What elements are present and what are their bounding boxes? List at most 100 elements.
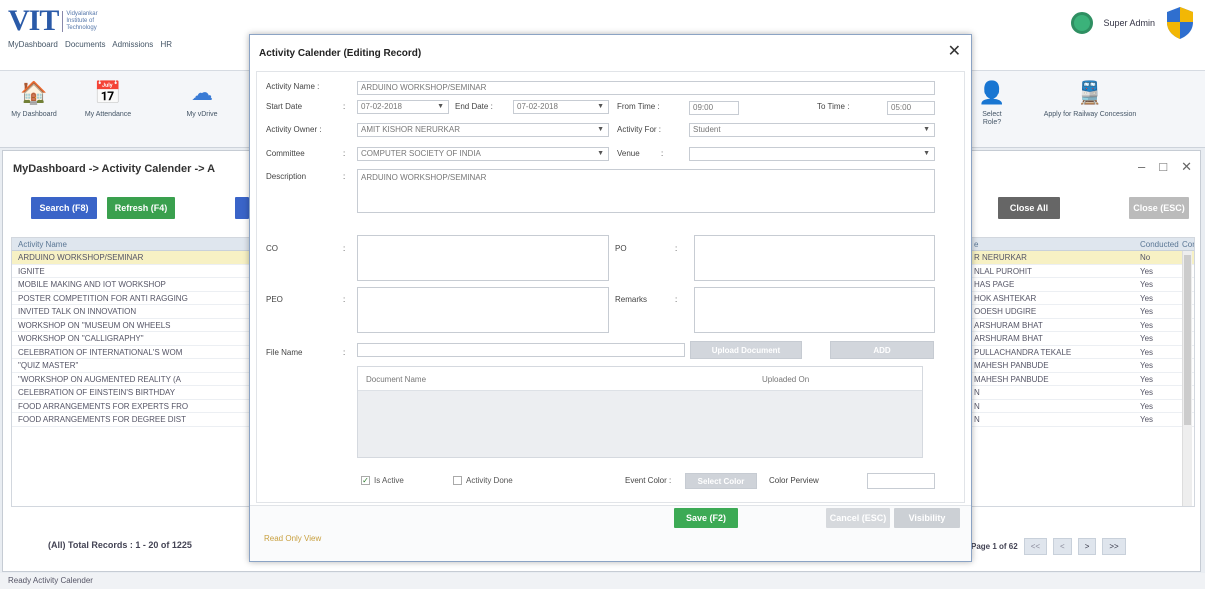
close-all-button[interactable]: Close All [998, 197, 1060, 219]
end-date-label: End Date : [455, 102, 493, 111]
ribbon-my-vdrive[interactable]: ☁ My vDrive [172, 79, 232, 119]
cell-activity-name: WORKSHOP ON "MUSEUM ON WHEELS [18, 320, 171, 330]
cell-activity-name: CELEBRATION OF INTERNATIONAL'S WOM [18, 347, 183, 357]
minimize-icon[interactable]: – [1138, 159, 1145, 175]
status-bar: Ready Activity Calender [0, 573, 1205, 589]
add-button[interactable]: ADD [830, 341, 934, 359]
committee-label: Committee [266, 149, 305, 158]
refresh-button[interactable]: Refresh (F4) [107, 197, 175, 219]
close-button[interactable]: Close (ESC) [1129, 197, 1189, 219]
ribbon-railway-concession[interactable]: 🚆 Apply for Railway Concession [1040, 79, 1140, 119]
ribbon-my-dashboard[interactable]: 🏠 My Dashboard [4, 79, 64, 119]
scroll-thumb[interactable] [1184, 255, 1191, 425]
pager: Page 1 of 62 << < > >> [971, 538, 1126, 555]
cell-activity-name: WORKSHOP ON "CALLIGRAPHY" [18, 334, 144, 343]
description-label: Description [266, 172, 307, 181]
ribbon-my-attendance[interactable]: 📅 My Attendance [78, 79, 138, 119]
cell-conducted: Yes [1140, 388, 1154, 397]
activity-for-select[interactable]: Student ▼ [689, 123, 935, 137]
cell-activity-name: POSTER COMPETITION FOR ANTI RAGGING [18, 293, 188, 303]
grid-scrollbar[interactable] [1182, 251, 1192, 506]
col-conducted[interactable]: Conducted [1140, 238, 1179, 251]
cell-conducted: Yes [1140, 415, 1154, 424]
menu-hr[interactable]: HR [160, 40, 172, 49]
cell-conducted: Yes [1140, 374, 1154, 384]
save-button[interactable]: Save (F2) [674, 508, 738, 528]
chevron-down-icon[interactable]: ▼ [597, 101, 604, 113]
remarks-field[interactable] [694, 287, 935, 333]
cell-conducted: Yes [1140, 293, 1154, 303]
role-icon: 👤 [978, 80, 1006, 105]
cell-activity-name: MOBILE MAKING AND IOT WORKSHOP [18, 280, 166, 289]
activity-name-field[interactable]: ARDUINO WORKSHOP/SEMINAR [357, 81, 935, 95]
co-field[interactable] [357, 235, 609, 281]
owner-select[interactable]: AMIT KISHOR NERURKAR ▼ [357, 123, 609, 137]
hidden-button[interactable] [235, 197, 249, 219]
user-avatar-icon[interactable] [1071, 12, 1094, 34]
cell-activity-name: IGNITE [18, 266, 45, 276]
cell-owner: MAHESH PANBUDE [974, 374, 1049, 384]
ribbon-select-role[interactable]: 👤 Select Role? [974, 79, 1010, 127]
chevron-down-icon[interactable]: ▼ [437, 101, 444, 113]
start-date-field[interactable]: 07-02-2018 ▼ [357, 100, 449, 114]
chevron-down-icon[interactable]: ▼ [923, 148, 930, 160]
is-active-checkbox[interactable]: ✓ Is Active [361, 476, 404, 485]
chevron-down-icon[interactable]: ▼ [597, 124, 604, 136]
description-field[interactable]: ARDUINO WORKSHOP/SEMINAR [357, 169, 935, 213]
end-date-field[interactable]: 07-02-2018 ▼ [513, 100, 609, 114]
venue-select[interactable]: ▼ [689, 147, 935, 161]
peo-field[interactable] [357, 287, 609, 333]
activity-for-label: Activity For : [617, 125, 662, 134]
activity-name-label: Activity Name : [266, 82, 320, 91]
activity-done-checkbox[interactable]: Activity Done [453, 476, 513, 485]
committee-select[interactable]: COMPUTER SOCIETY OF INDIA ▼ [357, 147, 609, 161]
col-uploaded-on[interactable]: Uploaded On [762, 375, 809, 384]
start-date-label: Start Date [266, 102, 303, 111]
last-page-button[interactable]: >> [1102, 538, 1126, 555]
cell-conducted: Yes [1140, 266, 1154, 276]
cell-conducted: Yes [1140, 334, 1154, 343]
prev-page-button[interactable]: < [1053, 538, 1072, 555]
file-name-field[interactable] [357, 343, 685, 357]
col-document-name[interactable]: Document Name [366, 375, 426, 384]
menu-documents[interactable]: Documents [65, 40, 105, 49]
close-icon[interactable]: ✕ [948, 41, 961, 61]
cell-owner: PULLACHANDRA TEKALE [974, 347, 1072, 357]
col-extra[interactable]: Cor [1182, 238, 1194, 251]
remarks-label: Remarks [615, 295, 648, 304]
close-icon[interactable]: ✕ [1181, 159, 1192, 175]
cell-conducted: Yes [1140, 280, 1154, 289]
to-time-field[interactable]: 05:00 [887, 101, 935, 115]
cell-conducted: Yes [1140, 320, 1154, 330]
breadcrumb: MyDashboard -> Activity Calender -> A [13, 163, 216, 175]
cell-conducted: Yes [1140, 361, 1154, 370]
vit-logo: VIT Vidyalankar Institute of Technology [8, 4, 120, 37]
search-button[interactable]: Search (F8) [31, 197, 97, 219]
restore-icon[interactable]: □ [1159, 159, 1167, 175]
cell-owner: ARSHURAM BHAT [974, 334, 1043, 343]
visibility-button[interactable]: Visibility [894, 508, 960, 528]
col-activity-name[interactable]: Activity Name [18, 238, 67, 251]
next-page-button[interactable]: > [1077, 538, 1097, 555]
menu-admissions[interactable]: Admissions [112, 40, 153, 49]
cancel-button[interactable]: Cancel (ESC) [826, 508, 890, 528]
activity-edit-dialog: Activity Calender (Editing Record) ✕ Act… [249, 34, 972, 562]
check-icon: ✓ [361, 476, 370, 485]
menu-mydashboard[interactable]: MyDashboard [8, 40, 58, 49]
color-preview-label: Color Perview [769, 476, 819, 485]
cell-activity-name: ARDUINO WORKSHOP/SEMINAR [18, 253, 144, 262]
select-color-button[interactable]: Select Color [685, 473, 757, 489]
user-name[interactable]: Super Admin [1103, 18, 1155, 28]
top-menu: MyDashboard Documents Admissions HR [8, 40, 177, 49]
po-field[interactable] [694, 235, 935, 281]
color-preview-box [867, 473, 935, 489]
dialog-title: Activity Calender (Editing Record) [259, 48, 422, 59]
from-time-field[interactable]: 09:00 [689, 101, 739, 115]
first-page-button[interactable]: << [1023, 538, 1048, 555]
col-owner[interactable]: e [974, 238, 978, 251]
upload-document-button[interactable]: Upload Document [690, 341, 802, 359]
cell-conducted: Yes [1140, 401, 1154, 411]
chevron-down-icon[interactable]: ▼ [597, 148, 604, 160]
chevron-down-icon[interactable]: ▼ [923, 124, 930, 136]
cell-activity-name: FOOD ARRANGEMENTS FOR EXPERTS FRO [18, 401, 189, 411]
